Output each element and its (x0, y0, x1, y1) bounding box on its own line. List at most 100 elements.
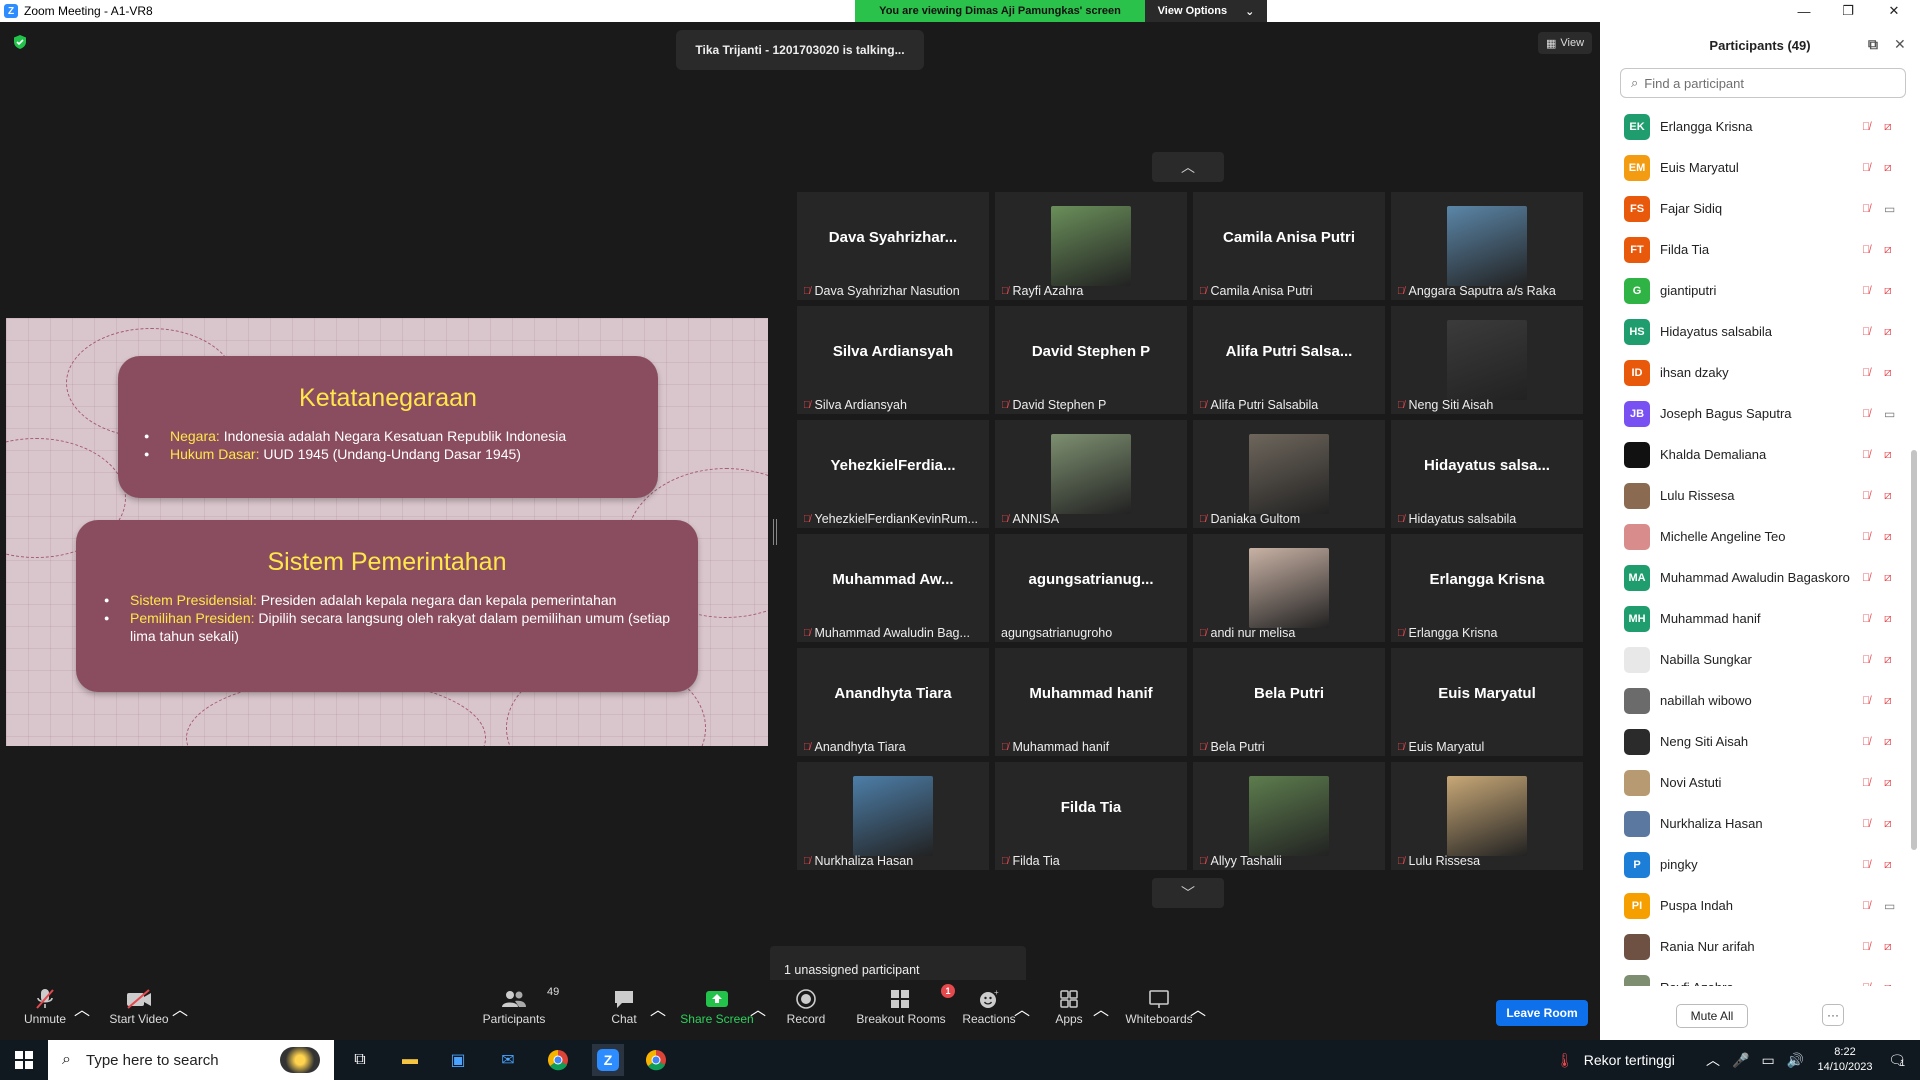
participant-row[interactable]: PI Puspa Indah 🎙̸ ▭ (1600, 885, 1908, 926)
chrome-icon[interactable] (544, 1048, 572, 1072)
participant-video-tile[interactable]: Muhammad Aw... 🎙̸ Muhammad Awaludin Bag... (797, 534, 989, 642)
video-options-caret-icon[interactable]: ︿ (172, 996, 188, 1020)
participant-row[interactable]: EK Erlangga Krisna 🎙̸ ⧄ (1600, 106, 1908, 147)
participant-video-tile[interactable]: 🎙̸ Daniaka Gultom (1193, 420, 1385, 528)
mic-muted-icon: 🎙̸ (1862, 530, 1871, 543)
participant-row[interactable]: Ppingky 🎙̸ ⧄ (1600, 844, 1908, 885)
mic-muted-icon: 🎙̸ (1862, 161, 1871, 174)
notifications-button[interactable]: 🗨 1 (1880, 1040, 1914, 1080)
windows-start-icon[interactable] (10, 1048, 38, 1072)
participant-video-tile[interactable]: agungsatrianug... agungsatrianugroho (995, 534, 1187, 642)
participant-video-tile[interactable]: 🎙̸ Neng Siti Aisah (1391, 306, 1583, 414)
mute-all-button[interactable]: Mute All (1676, 1004, 1748, 1028)
participant-video-tile[interactable]: 🎙̸ Allyy Tashalii (1193, 762, 1385, 870)
participant-video-tile[interactable]: Filda Tia 🎙̸ Filda Tia (995, 762, 1187, 870)
reactions-options-caret-icon[interactable]: ︿ (1014, 996, 1030, 1020)
apps-button[interactable]: Apps (1054, 986, 1084, 1026)
volume-icon[interactable]: 🔊 (1787, 1052, 1804, 1069)
more-options-button[interactable]: ··· (1822, 1004, 1844, 1026)
record-button[interactable]: Record (786, 986, 826, 1026)
whiteboards-button[interactable]: Whiteboards (1124, 986, 1194, 1026)
encryption-shield-icon[interactable] (12, 34, 28, 50)
participant-row[interactable]: Novi Astuti 🎙̸ ⧄ (1600, 762, 1908, 803)
reactions-button[interactable]: + Reactions (962, 986, 1016, 1026)
participant-row[interactable]: Lulu Rissesa 🎙̸ ⧄ (1600, 475, 1908, 516)
participant-video-tile[interactable]: Euis Maryatul 🎙̸ Euis Maryatul (1391, 648, 1583, 756)
chat-button[interactable]: Chat (604, 986, 644, 1026)
bullet-key: Negara: (170, 428, 220, 444)
participant-row[interactable]: MA Muhammad Awaludin Bagaskoro 🎙̸ ⧄ (1600, 557, 1908, 598)
close-window-button[interactable]: ✕ (1872, 0, 1916, 22)
weather-widget[interactable]: 🌡 Rekor tertinggi (1556, 1040, 1675, 1080)
participant-row[interactable]: JB Joseph Bagus Saputra 🎙̸ ▭ (1600, 393, 1908, 434)
clock[interactable]: 8:22 14/10/2023 (1812, 1040, 1878, 1080)
network-icon[interactable]: ▭ (1761, 1052, 1774, 1069)
participant-video-tile[interactable]: Erlangga Krisna 🎙̸ Erlangga Krisna (1391, 534, 1583, 642)
participant-row[interactable]: Neng Siti Aisah 🎙̸ ⧄ (1600, 721, 1908, 762)
participant-row[interactable]: ID ihsan dzaky 🎙̸ ⧄ (1600, 352, 1908, 393)
maximize-button[interactable]: ❐ (1826, 0, 1870, 22)
participant-video-tile[interactable]: Silva Ardiansyah 🎙̸ Silva Ardiansyah (797, 306, 989, 414)
breakout-rooms-button[interactable]: 1 Breakout Rooms (854, 984, 955, 1026)
leave-room-button[interactable]: Leave Room (1496, 1000, 1588, 1026)
unmute-button[interactable]: Unmute (22, 986, 68, 1026)
participant-video-tile[interactable]: YehezkielFerdia... 🎙̸ YehezkielFerdianKevi… (797, 420, 989, 528)
participant-row[interactable]: Ggiantiputri 🎙̸ ⧄ (1600, 270, 1908, 311)
participant-video-tile[interactable]: Bela Putri 🎙̸ Bela Putri (1193, 648, 1385, 756)
microphone-icon[interactable]: 🎤 (1732, 1052, 1749, 1069)
participant-video-tile[interactable]: Camila Anisa Putri 🎙̸ Camila Anisa Putri (1193, 192, 1385, 300)
chat-options-caret-icon[interactable]: ︿ (650, 996, 666, 1020)
participant-row[interactable]: Rania Nur arifah 🎙̸ ⧄ (1600, 926, 1908, 967)
share-options-caret-icon[interactable]: ︿ (750, 996, 766, 1020)
participants-button[interactable]: 49 Participants (483, 986, 560, 1026)
task-view-icon[interactable]: ⧉ (346, 1048, 374, 1072)
participant-row[interactable]: MH Muhammad hanif 🎙̸ ⧄ (1600, 598, 1908, 639)
participant-video-tile[interactable]: Hidayatus salsa... 🎙̸ Hidayatus salsabila (1391, 420, 1583, 528)
gallery-next-page-button[interactable]: ﹀ (1152, 878, 1224, 908)
participant-row[interactable]: Khalda Demaliana 🎙̸ ⧄ (1600, 434, 1908, 475)
participants-scrollbar[interactable] (1911, 450, 1917, 850)
tile-name-label: 🎙̸ Allyy Tashalii (1199, 854, 1282, 868)
participant-video-tile[interactable]: Anandhyta Tiara 🎙̸ Anandhyta Tiara (797, 648, 989, 756)
whiteboards-options-caret-icon[interactable]: ︿ (1190, 996, 1206, 1020)
participant-video-tile[interactable]: Muhammad hanif 🎙̸ Muhammad hanif (995, 648, 1187, 756)
participant-row[interactable]: Nurkhaliza Hasan 🎙̸ ⧄ (1600, 803, 1908, 844)
split-view-drag-handle[interactable] (773, 519, 777, 545)
participant-video-tile[interactable]: Alifa Putri Salsa... 🎙̸ Alifa Putri Salsab… (1193, 306, 1385, 414)
participant-video-tile[interactable]: 🎙̸ andi nur melisa (1193, 534, 1385, 642)
participant-row[interactable]: EM Euis Maryatul 🎙̸ ⧄ (1600, 147, 1908, 188)
mail-icon[interactable]: ✉ (494, 1048, 522, 1072)
view-button[interactable]: ▦ View (1538, 32, 1592, 54)
participant-video-tile[interactable]: Dava Syahrizhar... 🎙̸ Dava Syahrizhar Nasu… (797, 192, 989, 300)
view-options-button[interactable]: View Options ⌄ (1145, 0, 1267, 22)
close-panel-icon[interactable]: ✕ (1894, 36, 1906, 53)
participant-row[interactable]: Nabilla Sungkar 🎙̸ ⧄ (1600, 639, 1908, 680)
participant-row[interactable]: FS Fajar Sidiq 🎙̸ ▭ (1600, 188, 1908, 229)
find-participant-input[interactable]: ⌕ Find a participant (1620, 68, 1906, 98)
participant-row[interactable]: nabillah wibowo 🎙̸ ⧄ (1600, 680, 1908, 721)
gallery-prev-page-button[interactable]: ︿ (1152, 152, 1224, 182)
participant-video-tile[interactable]: 🎙̸ Lulu Rissesa (1391, 762, 1583, 870)
tile-name-label: 🎙̸ Erlangga Krisna (1397, 626, 1497, 640)
participant-video-tile[interactable]: 🎙̸ Nurkhaliza Hasan (797, 762, 989, 870)
participant-video-tile[interactable]: David Stephen P 🎙̸ David Stephen P (995, 306, 1187, 414)
start-video-button[interactable]: Start Video (108, 986, 170, 1026)
taskbar-search-input[interactable]: ⌕ Type here to search (48, 1040, 334, 1080)
chrome-active-icon[interactable] (642, 1048, 670, 1072)
participant-video-tile[interactable]: 🎙̸ ANNISA (995, 420, 1187, 528)
participant-video-tile[interactable]: 🎙̸ Rayfi Azahra (995, 192, 1187, 300)
share-screen-button[interactable]: Share Screen (680, 986, 754, 1026)
participant-row[interactable]: Michelle Angeline Teo 🎙̸ ⧄ (1600, 516, 1908, 557)
tray-chevron-icon[interactable]: ︿ (1706, 1050, 1720, 1070)
audio-options-caret-icon[interactable]: ︿ (74, 996, 90, 1020)
file-explorer-icon[interactable]: ▬ (396, 1048, 424, 1072)
apps-options-caret-icon[interactable]: ︿ (1093, 996, 1109, 1020)
zoom-taskbar-icon[interactable]: Z (592, 1044, 624, 1076)
participant-row[interactable]: HS Hidayatus salsabila 🎙̸ ⧄ (1600, 311, 1908, 352)
store-icon[interactable]: ▣ (444, 1048, 472, 1072)
popout-icon[interactable]: ⧉ (1868, 36, 1878, 53)
participant-video-tile[interactable]: 🎙̸ Anggara Saputra a/s Raka (1391, 192, 1583, 300)
participant-row[interactable]: Rayfi Azahra 🎙̸ ⧄ (1600, 967, 1908, 986)
participant-row[interactable]: FT Filda Tia 🎙̸ ⧄ (1600, 229, 1908, 270)
minimize-button[interactable]: — (1782, 0, 1826, 22)
